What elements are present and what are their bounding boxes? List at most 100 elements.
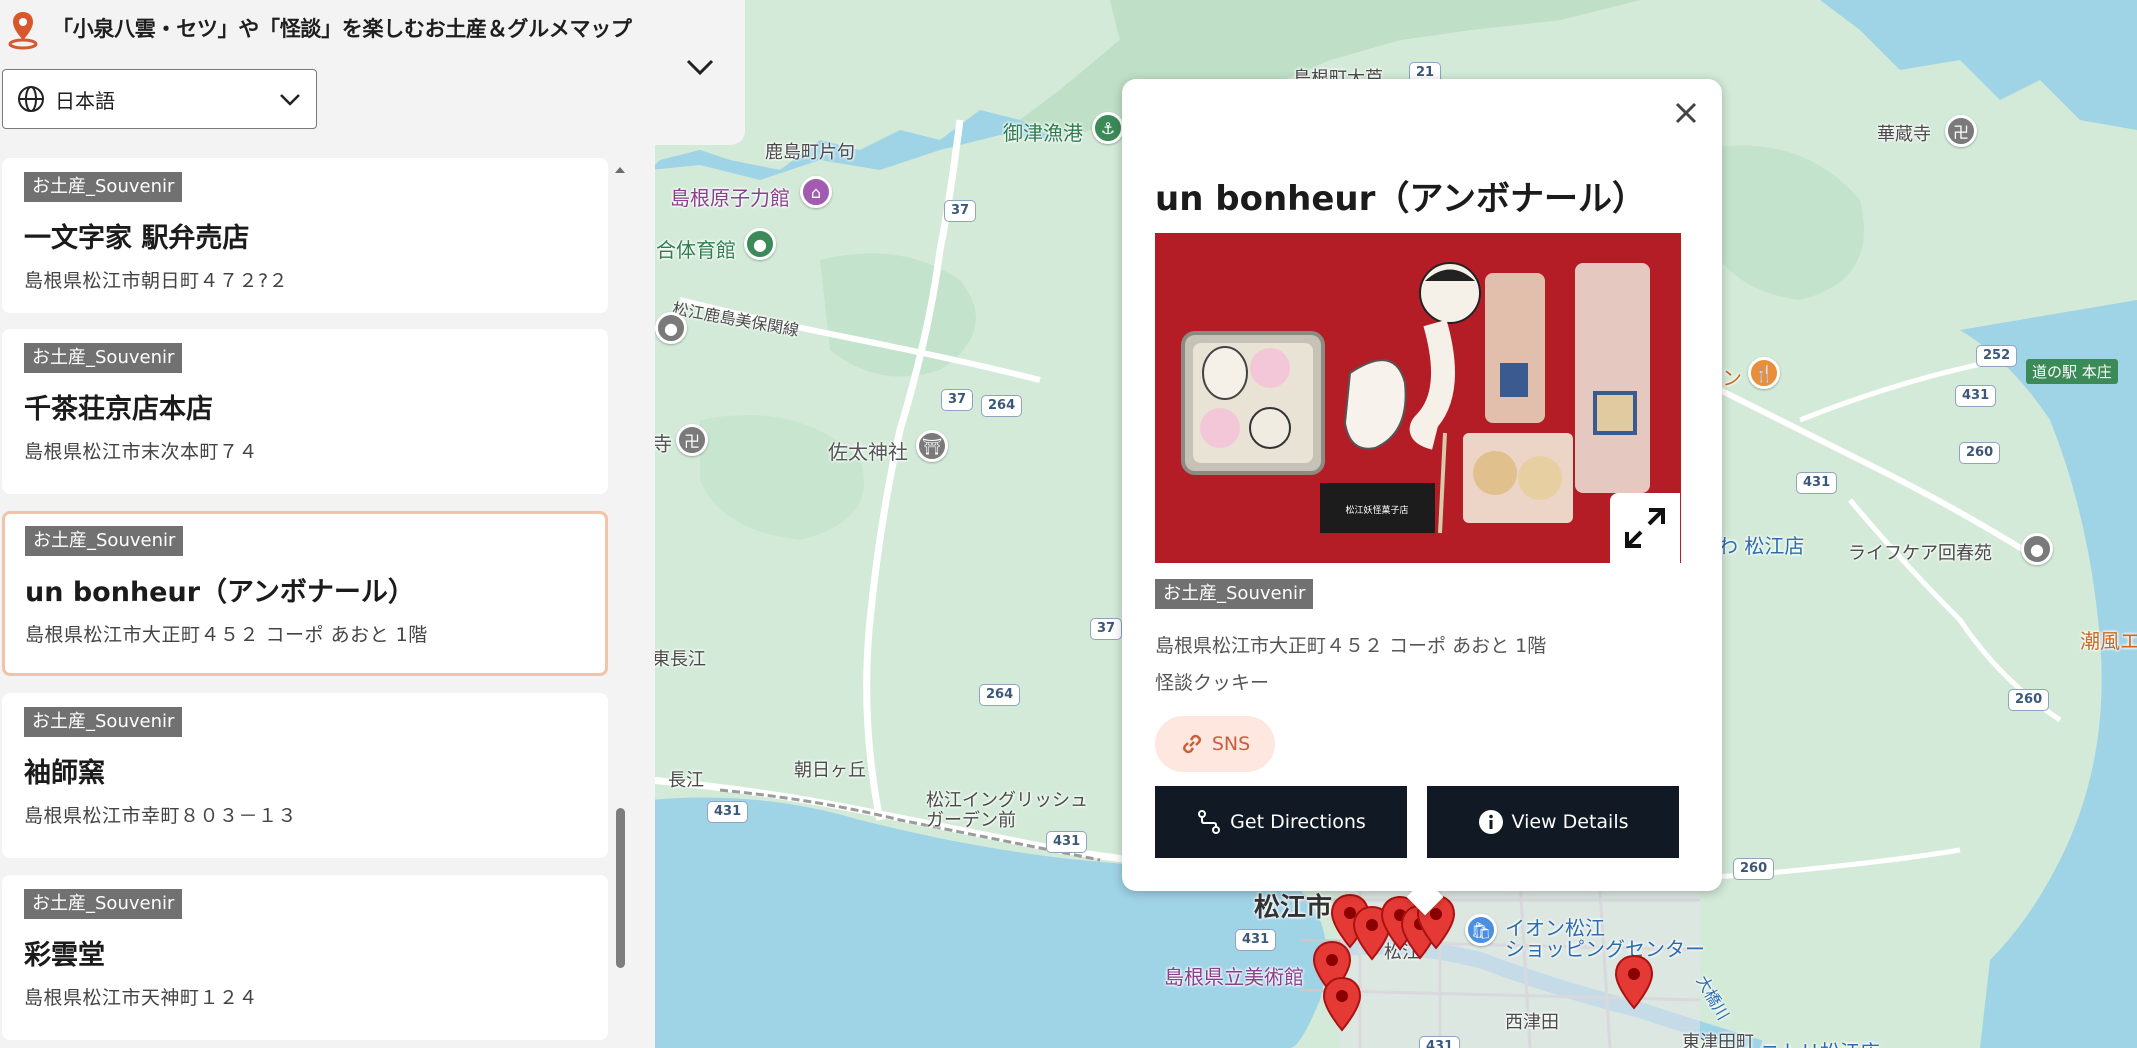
location-pin-icon[interactable] <box>1614 954 1654 1010</box>
route-shield: 37 <box>944 200 977 222</box>
route-shield: 431 <box>1419 1036 1461 1048</box>
close-icon[interactable] <box>1670 97 1702 129</box>
map-label-place: 西津田 <box>1505 1012 1559 1033</box>
port-icon[interactable]: ⚓ <box>1092 112 1124 144</box>
side-panel: お土産_Souvenir 一文字家 駅弁売店 島根県松江市朝日町４７２?２ お土… <box>0 0 655 1048</box>
map-label-temple: 寺 <box>652 432 672 456</box>
info-icon <box>1478 810 1503 834</box>
place-icon[interactable]: ● <box>655 312 687 344</box>
route-shield: 264 <box>979 684 1021 706</box>
scroll-up-icon[interactable] <box>612 162 628 178</box>
temple-icon[interactable]: 卍 <box>1945 115 1977 147</box>
place-address: 島根県松江市末次本町７４ <box>24 441 259 463</box>
panel-header: 「小泉八雲・セツ」や「怪談」を楽しむお土産＆グルメマップ 日本語 <box>0 0 745 145</box>
sns-label: SNS <box>1211 733 1251 755</box>
sns-link-button[interactable]: SNS <box>1155 716 1275 772</box>
place-popup: un bonheur（アンボナール） 松江妖怪菓子店 お土産_Souvenir … <box>1122 79 1722 916</box>
place-address: 島根県松江市朝日町４７２?２ <box>24 270 289 292</box>
route-shield: 37 <box>1090 618 1123 640</box>
route-shield: 431 <box>1235 929 1277 951</box>
route-shield: 431 <box>1955 385 1997 407</box>
place-icon[interactable]: ● <box>2021 533 2053 565</box>
collapse-panel-button[interactable] <box>680 52 720 82</box>
museum-icon[interactable]: ⌂ <box>800 176 832 208</box>
place-address: 島根県松江市天神町１２４ <box>24 987 259 1009</box>
map-label-place: 潮風エ <box>2080 629 2137 653</box>
shopping-icon[interactable]: 🛍 <box>1465 914 1497 946</box>
place-address: 島根県松江市幸町８０３－１３ <box>24 805 298 827</box>
cookie-photo: 松江妖怪菓子店 <box>1155 233 1681 563</box>
map-label-shop: ニトリ松江店 <box>1760 1036 1880 1048</box>
park-icon[interactable]: ● <box>744 228 776 260</box>
route-shield: 260 <box>1733 858 1775 880</box>
category-tag: お土産_Souvenir <box>24 889 183 919</box>
map-label-place: ン <box>1722 366 1742 390</box>
map-label-shop: わ 松江店 <box>1718 534 1805 558</box>
temple-icon[interactable]: 卍 <box>676 424 708 456</box>
map-label-shrine: 佐太神社 <box>828 440 908 464</box>
list-item[interactable]: お土産_Souvenir 袖師窯 島根県松江市幸町８０３－１３ <box>2 693 608 858</box>
restaurant-icon[interactable]: 🍴 <box>1748 357 1780 389</box>
details-label: View Details <box>1511 811 1629 833</box>
route-shield: 260 <box>1959 442 2001 464</box>
map-label-place: 東長江 <box>652 649 706 670</box>
place-name: un bonheur（アンボナール） <box>25 577 415 608</box>
scrollbar-thumb[interactable] <box>616 808 625 968</box>
map-label-roadside-station: 道の駅 本庄 <box>2026 359 2118 384</box>
map-label-place: 鹿島町片句 <box>765 142 855 163</box>
chevron-down-icon <box>280 94 300 106</box>
map-pin-logo-icon <box>8 12 38 50</box>
place-name: 千茶荘京店本店 <box>24 394 213 425</box>
map-label-temple: 華蔵寺 <box>1877 124 1931 145</box>
link-icon <box>1182 734 1201 754</box>
list-item-selected[interactable]: お土産_Souvenir un bonheur（アンボナール） 島根県松江市大正… <box>2 511 608 676</box>
map-label-station: 長江 <box>668 770 704 791</box>
map-label-shop: ショッピングセンター <box>1505 937 1705 961</box>
view-details-button[interactable]: View Details <box>1427 786 1679 858</box>
map-label-place: ライフケア回春苑 <box>1848 543 1992 564</box>
app-title: 「小泉八雲・セツ」や「怪談」を楽しむお土産＆グルメマップ <box>52 17 632 41</box>
expand-photo-button[interactable] <box>1610 493 1680 563</box>
route-shield: 431 <box>1796 472 1838 494</box>
expand-icon <box>1625 508 1665 548</box>
chevron-down-icon <box>686 59 714 76</box>
map-label-port: 御津漁港 <box>1003 121 1083 145</box>
popup-title: un bonheur（アンボナール） <box>1155 179 1647 219</box>
shrine-icon[interactable]: ⛩ <box>916 430 948 462</box>
map-label-city: 松江市 <box>1254 893 1333 923</box>
place-name: 彩雲堂 <box>24 940 105 971</box>
list-item[interactable]: お土産_Souvenir 彩雲堂 島根県松江市天神町１２４ <box>2 875 608 1040</box>
list-item[interactable]: お土産_Souvenir 千茶荘京店本店 島根県松江市末次本町７４ <box>2 329 608 494</box>
place-list[interactable]: お土産_Souvenir 一文字家 駅弁売店 島根県松江市朝日町４７２?２ お土… <box>0 155 620 1048</box>
map-label-gym: 合体育館 <box>656 238 736 262</box>
route-shield: 431 <box>1046 831 1088 853</box>
map-label-museum: 島根県立美術館 <box>1164 965 1304 989</box>
language-select[interactable]: 日本語 <box>2 69 317 129</box>
place-name: 一文字家 駅弁売店 <box>24 223 250 254</box>
directions-icon <box>1198 810 1221 834</box>
place-address: 島根県松江市大正町４５２ コーポ あおと 1階 <box>25 624 428 646</box>
category-tag: お土産_Souvenir <box>24 172 183 202</box>
globe-icon <box>18 86 44 112</box>
popup-address: 島根県松江市大正町４５２ コーポ あおと 1階 <box>1155 635 1547 657</box>
place-name: 袖師窯 <box>24 758 105 789</box>
map-label-station: ガーデン前 <box>926 810 1016 831</box>
get-directions-button[interactable]: Get Directions <box>1155 786 1407 858</box>
place-photo[interactable]: 松江妖怪菓子店 <box>1155 233 1681 563</box>
route-shield: 431 <box>707 801 749 823</box>
route-shield: 37 <box>941 389 974 411</box>
popup-description: 怪談クッキー <box>1155 672 1270 694</box>
map-label-place: 東津田町 <box>1682 1032 1754 1048</box>
route-shield: 264 <box>981 395 1023 417</box>
location-pin-icon[interactable] <box>1322 976 1362 1032</box>
category-tag: お土産_Souvenir <box>24 343 183 373</box>
list-item[interactable]: お土産_Souvenir 一文字家 駅弁売店 島根県松江市朝日町４７２?２ <box>2 158 608 313</box>
directions-label: Get Directions <box>1230 811 1366 833</box>
category-tag: お土産_Souvenir <box>1155 579 1314 609</box>
category-tag: お土産_Souvenir <box>25 526 184 556</box>
category-tag: お土産_Souvenir <box>24 707 183 737</box>
route-shield: 252 <box>1976 345 2018 367</box>
language-value: 日本語 <box>55 88 115 113</box>
photo-box-label: 松江妖怪菓子店 <box>1345 504 1408 516</box>
route-shield: 260 <box>2008 689 2050 711</box>
